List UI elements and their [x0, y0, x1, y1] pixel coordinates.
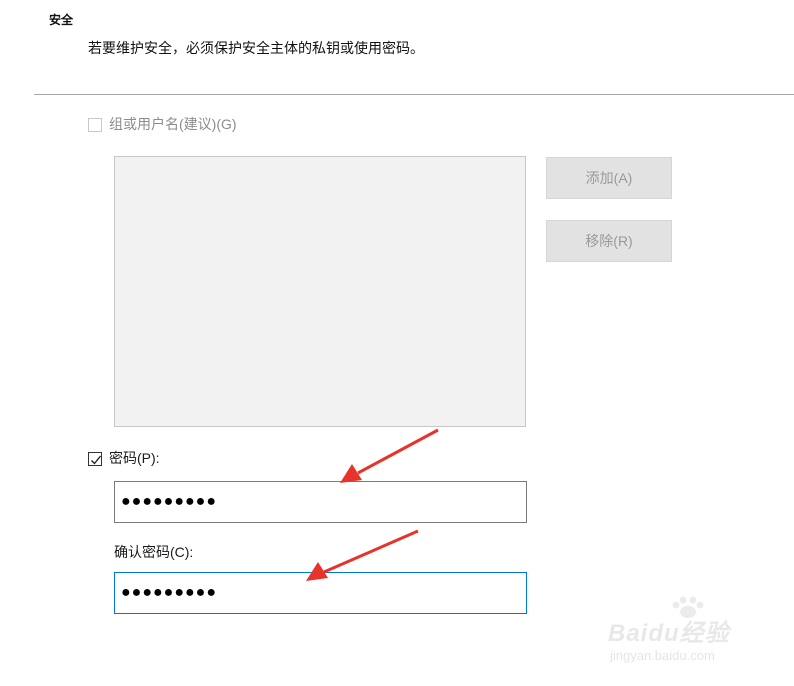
watermark: Baidu经验 jingyan.baidu.com [608, 596, 768, 668]
red-arrow-annotation-icon [306, 428, 439, 581]
watermark-brand: Baidu经验 [608, 620, 730, 647]
watermark-url: jingyan.baidu.com [610, 648, 715, 663]
